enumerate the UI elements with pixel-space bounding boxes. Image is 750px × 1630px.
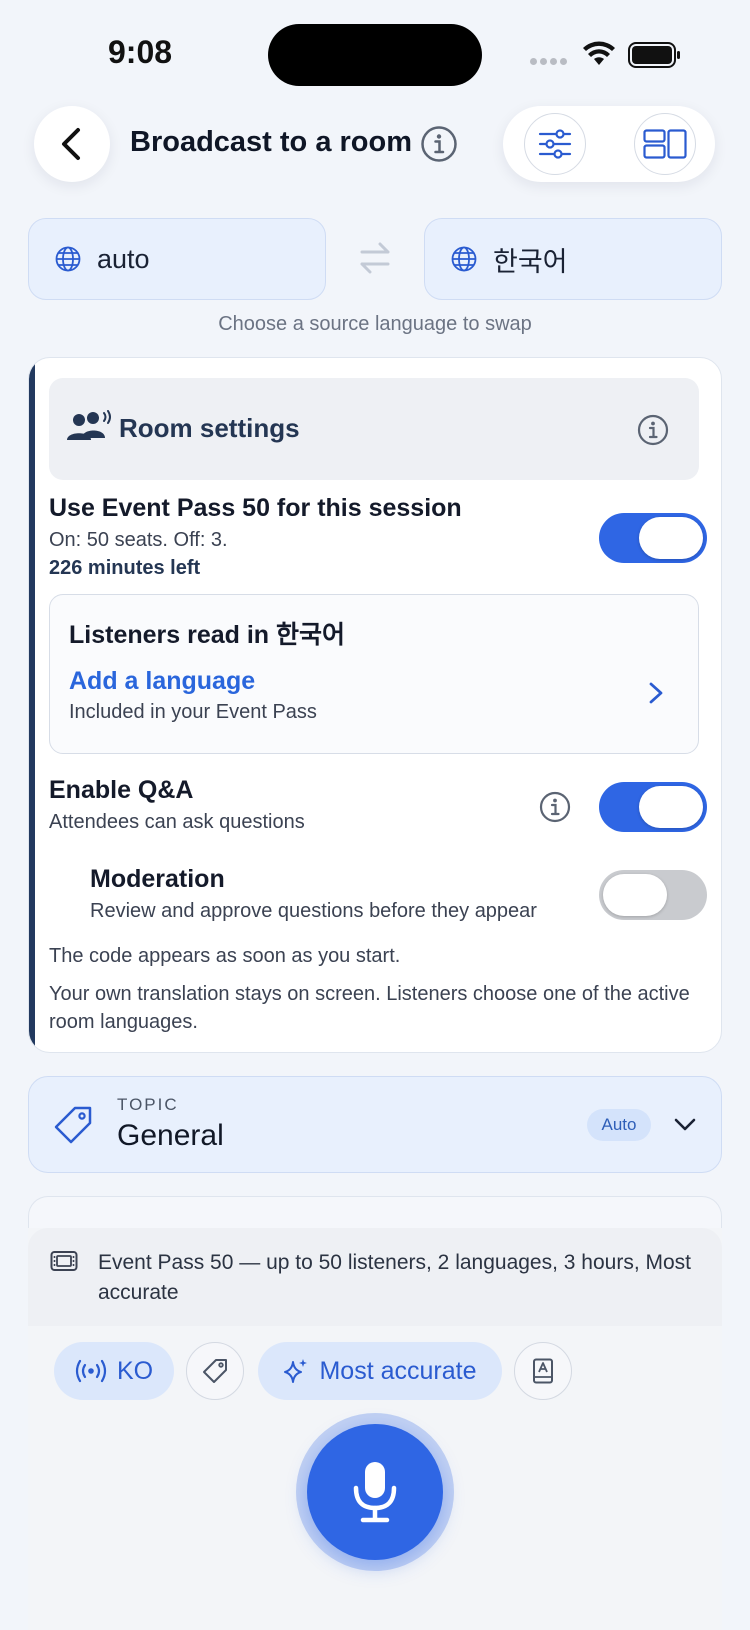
broadcast-language-label: KO [116,1356,154,1385]
swap-languages-button[interactable] [356,240,394,276]
event-pass-subtitle: On: 50 seats. Off: 3. [49,529,228,551]
auto-badge: Auto [587,1109,651,1141]
topic-value: General [117,1119,224,1152]
info-icon [539,791,571,823]
moderation-toggle[interactable] [599,870,707,920]
chevron-right-icon [649,682,663,704]
settings-button[interactable] [524,113,586,175]
moderation-subtitle: Review and approve questions before they… [90,900,537,922]
minutes-left: 226 minutes left [49,557,201,579]
listeners-title: Listeners read in 한국어 [69,621,346,649]
glossary-chip[interactable] [514,1342,572,1400]
event-pass-info: Event Pass 50 — up to 50 listeners, 2 la… [28,1228,722,1326]
wifi-icon [582,41,616,67]
swap-hint: Choose a source language to swap [218,313,532,335]
quality-label: Most accurate [319,1356,477,1385]
microphone-button[interactable] [307,1424,443,1560]
page-title: Broadcast to a room [130,126,412,158]
info-icon [637,414,669,446]
back-icon [62,128,80,160]
layout-icon [643,129,687,159]
broadcast-language-chip[interactable]: KO [54,1342,174,1400]
card-accent-bar [29,358,35,1052]
room-settings-title: Room settings [119,413,300,443]
topic-label: TOPIC [117,1095,179,1114]
qa-toggle[interactable] [599,782,707,832]
add-language-subtitle: Included in your Event Pass [69,701,317,723]
dynamic-island [268,24,482,86]
battery-icon [628,42,682,68]
swap-icon [360,242,390,274]
topic-chip[interactable] [186,1342,244,1400]
room-settings-header[interactable]: Room settings [49,378,699,480]
microphone-icon [353,1462,397,1523]
event-pass-toggle[interactable] [599,513,707,563]
tag-icon [54,1106,92,1144]
source-language-label: auto [97,243,150,274]
target-language-selector[interactable]: 한국어 [424,218,722,300]
qa-info-button[interactable] [539,791,571,823]
event-pass-title: Use Event Pass 50 for this session [49,494,462,522]
topic-selector[interactable]: TOPIC General Auto [28,1076,722,1173]
add-language-link[interactable]: Add a language [69,667,255,696]
quality-chip[interactable]: Most accurate [258,1342,502,1400]
event-pass-description: Event Pass 50 — up to 50 listeners, 2 la… [98,1251,692,1304]
signal-icon [530,58,567,65]
chevron-down-icon [674,1118,696,1131]
back-button[interactable] [34,106,110,182]
qa-title: Enable Q&A [49,776,194,804]
code-note: The code appears as soon as you start. [49,945,401,967]
layout-button[interactable] [634,113,696,175]
listeners-language-box[interactable]: Listeners read in 한국어 Add a language Inc… [49,594,699,754]
header-actions [503,106,715,182]
tag-icon [203,1359,227,1383]
qa-subtitle: Attendees can ask questions [49,811,305,833]
target-language-label: 한국어 [493,246,568,277]
glossary-icon [533,1358,553,1384]
translation-note: Your own translation stays on screen. Li… [49,983,690,1033]
globe-icon [451,246,477,272]
sparkle-icon [284,1359,308,1383]
moderation-title: Moderation [90,865,225,893]
globe-icon [55,246,81,272]
ticket-icon [50,1251,78,1271]
sliders-icon [538,129,572,159]
title-info-button[interactable] [420,125,458,163]
broadcast-icon [75,1359,107,1383]
source-language-selector[interactable]: auto [28,218,326,300]
status-time: 9:08 [108,34,173,70]
info-icon [421,126,457,162]
people-speaking-icon [67,410,111,440]
room-settings-card: Room settings Use Event Pass 50 for this… [28,357,722,1053]
